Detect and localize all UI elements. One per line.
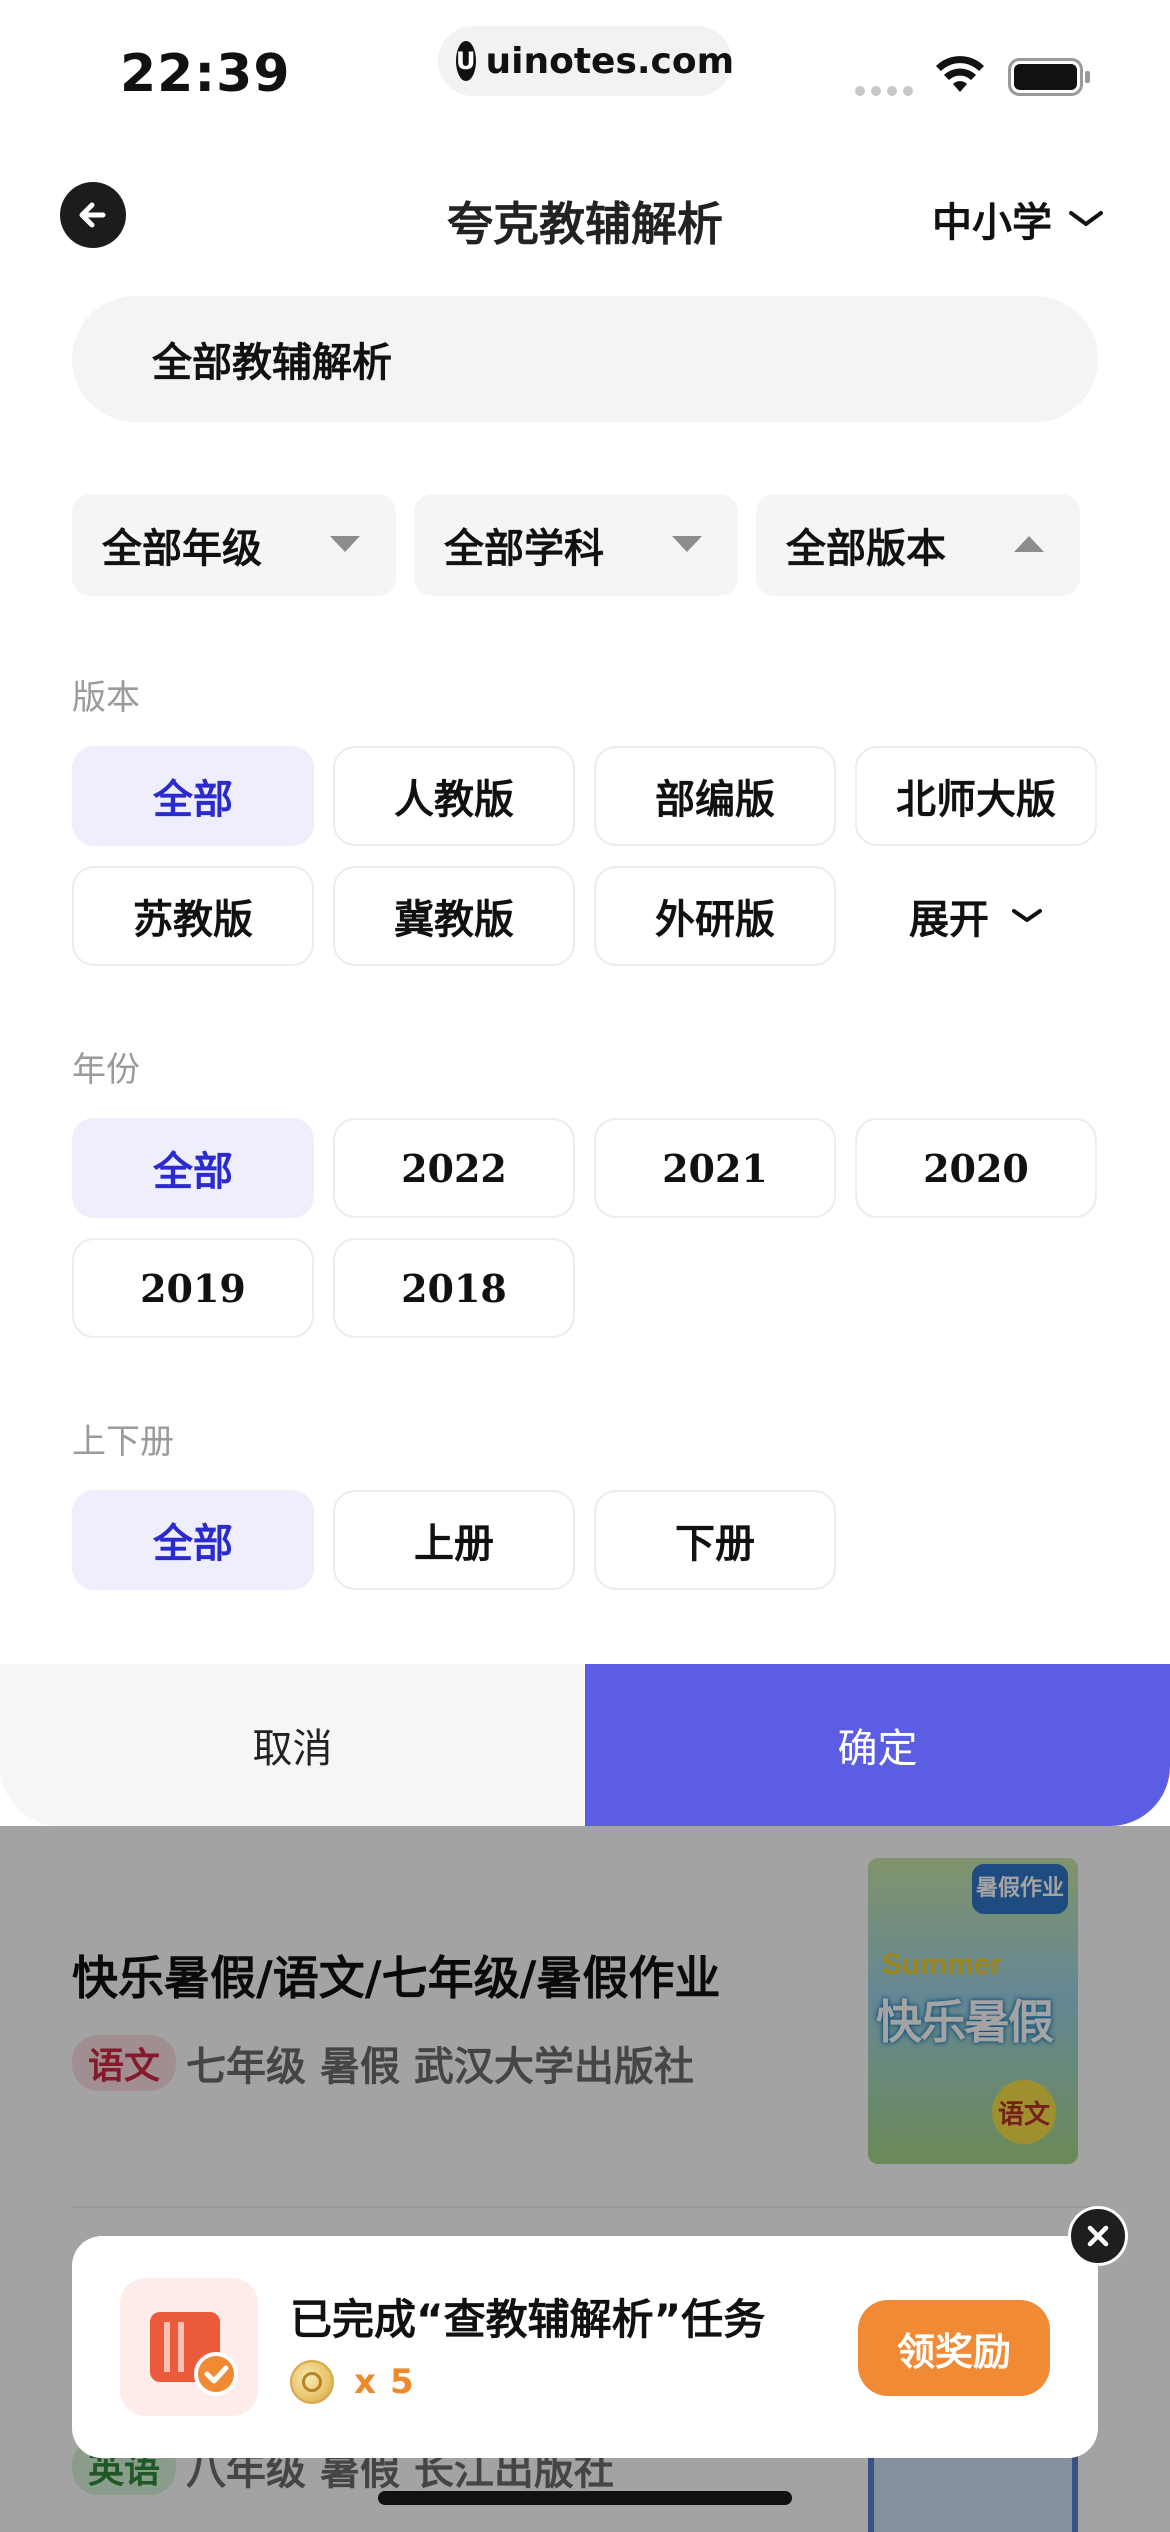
confirm-button[interactable]: 确定 <box>585 1664 1170 1826</box>
subject-filter-dropdown[interactable]: 全部学科 <box>414 494 738 596</box>
volume-chip[interactable]: 全部 <box>72 1490 314 1590</box>
grade-filter-dropdown[interactable]: 全部年级 <box>72 494 396 596</box>
status-time: 22:39 <box>120 44 291 104</box>
edition-chip[interactable]: 部编版 <box>594 746 836 846</box>
close-icon <box>1087 2225 1109 2247</box>
search-input[interactable]: 全部教辅解析 <box>72 296 1098 422</box>
edition-chip[interactable]: 苏教版 <box>72 866 314 966</box>
edition-section-label: 版本 <box>72 678 140 718</box>
url-pill[interactable]: U uinotes.com <box>438 26 735 96</box>
level-select[interactable]: 中小学 <box>932 190 1104 248</box>
edition-chip[interactable]: 北师大版 <box>855 746 1097 846</box>
claim-reward-button[interactable]: 领奖励 <box>858 2300 1050 2396</box>
edition-filter-dropdown[interactable]: 全部版本 <box>756 494 1080 596</box>
toast-close-button[interactable] <box>1068 2206 1128 2266</box>
coin-icon <box>290 2360 334 2404</box>
edition-chip[interactable]: 外研版 <box>594 866 836 966</box>
status-bar: 22:39 U uinotes.com <box>0 0 1170 140</box>
year-section-label: 年份 <box>72 1050 140 1090</box>
volume-chip[interactable]: 上册 <box>333 1490 575 1590</box>
reward-multiplier: x <box>354 2362 376 2402</box>
year-chip[interactable]: 2019 <box>72 1238 314 1338</box>
reward-task-icon <box>120 2278 258 2416</box>
signal-icon <box>855 86 913 96</box>
level-select-label: 中小学 <box>932 200 1052 246</box>
cancel-button[interactable]: 取消 <box>0 1664 585 1826</box>
reward-toast: 已完成“查教辅解析”任务 x 5 领奖励 <box>72 2236 1098 2458</box>
caret-down-icon <box>672 536 702 552</box>
caret-up-icon <box>1014 536 1044 552</box>
year-chip[interactable]: 2021 <box>594 1118 836 1218</box>
edition-chip[interactable]: 全部 <box>72 746 314 846</box>
chevron-down-icon <box>1012 909 1042 922</box>
search-text: 全部教辅解析 <box>152 340 392 386</box>
year-chip[interactable]: 2018 <box>333 1238 575 1338</box>
edition-chip[interactable]: 人教版 <box>333 746 575 846</box>
year-chip[interactable]: 2020 <box>855 1118 1097 1218</box>
expand-editions-button[interactable]: 展开 <box>855 866 1097 966</box>
caret-down-icon <box>330 536 360 552</box>
year-chip[interactable]: 2022 <box>333 1118 575 1218</box>
reward-amount: x 5 <box>290 2360 414 2404</box>
year-chip[interactable]: 全部 <box>72 1118 314 1218</box>
wifi-icon <box>936 56 984 92</box>
site-logo-icon: U <box>456 41 476 81</box>
expand-label: 展开 <box>909 897 989 943</box>
volume-chip[interactable]: 下册 <box>594 1490 836 1590</box>
edition-chip[interactable]: 冀教版 <box>333 866 575 966</box>
edition-filter-label: 全部版本 <box>786 526 946 572</box>
battery-icon <box>1008 58 1090 96</box>
chevron-down-icon <box>1069 211 1103 226</box>
reward-count: 5 <box>389 2362 414 2402</box>
grade-filter-label: 全部年级 <box>102 526 262 572</box>
home-indicator[interactable] <box>378 2491 792 2505</box>
url-text: uinotes.com <box>485 40 735 82</box>
subject-filter-label: 全部学科 <box>444 526 604 572</box>
toast-message: 已完成“查教辅解析”任务 <box>290 2295 766 2344</box>
volume-section-label: 上下册 <box>72 1422 174 1462</box>
